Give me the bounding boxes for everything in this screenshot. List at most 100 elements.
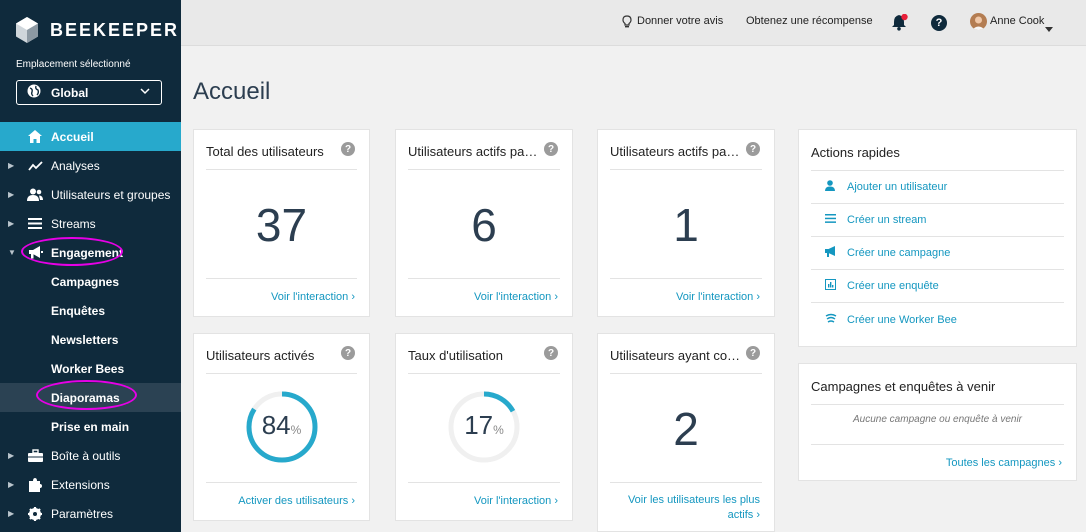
empty-state-text: Aucune campagne ou enquête à venir xyxy=(852,414,1022,425)
sidebar-nav: Accueil ▶ Analyses ▶ Utilisateurs et gro… xyxy=(0,122,181,528)
card-title: Utilisateurs ayant co… xyxy=(610,348,741,363)
quick-action-create-worker-bee[interactable]: Créer une Worker Bee xyxy=(811,303,1064,336)
survey-icon xyxy=(811,279,841,293)
sidebar-item-label: Streams xyxy=(51,216,96,231)
user-icon xyxy=(811,180,841,194)
gauge-value: 17% xyxy=(464,410,504,440)
reward-link[interactable]: Obtenez une récompense xyxy=(746,15,873,27)
metric-value: 1 xyxy=(673,199,699,251)
caret-right-icon: ▶ xyxy=(8,190,15,199)
all-campaigns-link[interactable]: Toutes les campagnes › xyxy=(946,456,1062,471)
top-active-users-link[interactable]: Voir les utilisateurs les plus actifs › xyxy=(628,493,760,523)
help-icon[interactable]: ? xyxy=(341,142,355,156)
page-title: Accueil xyxy=(193,78,271,105)
divider xyxy=(610,373,762,374)
card-activated-users: Utilisateurs activés ? 84% Activer des u… xyxy=(193,333,370,521)
view-interaction-link[interactable]: Voir l'interaction › xyxy=(474,290,558,305)
divider xyxy=(408,373,560,374)
view-interaction-link[interactable]: Voir l'interaction › xyxy=(676,290,760,305)
metric-value: 6 xyxy=(471,199,497,251)
sidebar-item-engagement[interactable]: ▼ Engagement xyxy=(0,238,181,267)
megaphone-icon xyxy=(27,245,43,261)
activate-users-link[interactable]: Activer des utilisateurs › xyxy=(238,494,355,509)
card-usage-rate: Taux d'utilisation ? 17% Voir l'interact… xyxy=(395,333,573,521)
divider xyxy=(206,482,357,483)
sidebar-item-label: Analyses xyxy=(51,158,100,173)
sidebar-item-label: Engagement xyxy=(51,245,124,260)
location-label: Emplacement sélectionné xyxy=(16,59,131,70)
divider xyxy=(811,444,1064,445)
metric-value: 37 xyxy=(255,199,308,251)
quick-action-create-campaign[interactable]: Créer une campagne xyxy=(811,237,1064,270)
view-interaction-link[interactable]: Voir l'interaction › xyxy=(271,290,355,305)
caret-right-icon: ▶ xyxy=(8,451,15,460)
help-icon[interactable]: ? xyxy=(341,346,355,360)
help-icon[interactable]: ? xyxy=(931,15,947,31)
sidebar-item-parametres[interactable]: ▶ Paramètres xyxy=(0,499,181,528)
location-select[interactable]: Global xyxy=(16,80,162,105)
divider xyxy=(206,373,357,374)
link-line: Voir les utilisateurs les plus xyxy=(627,494,760,506)
help-icon[interactable]: ? xyxy=(746,346,760,360)
sidebar-item-streams[interactable]: ▶ Streams xyxy=(0,209,181,238)
quick-action-label: Créer une Worker Bee xyxy=(847,313,957,326)
brand-logo[interactable]: BEEKEEPER xyxy=(16,16,179,44)
gauge-value: 84% xyxy=(261,410,302,440)
help-icon[interactable]: ? xyxy=(544,346,558,360)
topbar: Donner votre avis Obtenez une récompense… xyxy=(181,0,1086,46)
sidebar-item-label: Worker Bees xyxy=(51,361,125,376)
quick-action-add-user[interactable]: Ajouter un utilisateur xyxy=(811,171,1064,204)
card-active-users-2: Utilisateurs actifs pa… ? 1 Voir l'inter… xyxy=(597,129,775,317)
home-icon xyxy=(27,129,43,145)
divider xyxy=(206,278,357,279)
link-line: actifs › xyxy=(727,509,760,521)
sidebar-item-label: Paramètres xyxy=(51,506,114,521)
card-title: Utilisateurs actifs pa… xyxy=(610,144,740,159)
sidebar-item-extensions[interactable]: ▶ Extensions xyxy=(0,470,181,499)
quick-action-label: Créer un stream xyxy=(847,214,927,226)
sidebar-item-label: Enquêtes xyxy=(51,303,106,318)
chevron-down-icon xyxy=(139,85,151,100)
sidebar-subitem-worker-bees[interactable]: Worker Bees xyxy=(0,354,181,383)
panel-title: Campagnes et enquêtes à venir xyxy=(811,379,996,394)
metric-value: 2 xyxy=(673,403,699,455)
sidebar-item-label: Boîte à outils xyxy=(51,448,121,463)
sidebar-item-boite-a-outils[interactable]: ▶ Boîte à outils xyxy=(0,441,181,470)
quick-action-create-survey[interactable]: Créer une enquête xyxy=(811,270,1064,303)
bell-icon[interactable] xyxy=(892,13,908,36)
panel-title: Actions rapides xyxy=(811,145,900,160)
sidebar-item-label: Accueil xyxy=(51,129,94,144)
view-interaction-link[interactable]: Voir l'interaction › xyxy=(474,494,558,509)
sidebar-item-analyses[interactable]: ▶ Analyses xyxy=(0,151,181,180)
card-title: Taux d'utilisation xyxy=(408,348,503,363)
card-active-users-1: Utilisateurs actifs pa… ? 6 Voir l'inter… xyxy=(395,129,573,317)
help-icon[interactable]: ? xyxy=(746,142,760,156)
divider xyxy=(206,169,357,170)
caret-down-icon[interactable] xyxy=(1045,19,1053,37)
location-value: Global xyxy=(51,85,89,100)
toolbox-icon xyxy=(27,448,43,464)
feedback-link[interactable]: Donner votre avis xyxy=(637,15,723,27)
help-icon[interactable]: ? xyxy=(544,142,558,156)
sidebar-subitem-prise-en-main[interactable]: Prise en main xyxy=(0,412,181,441)
sidebar-subitem-enquetes[interactable]: Enquêtes xyxy=(0,296,181,325)
sidebar-item-label: Utilisateurs et groupes xyxy=(51,187,171,202)
sidebar-item-label: Newsletters xyxy=(51,332,119,347)
puzzle-icon xyxy=(27,477,43,493)
quick-action-create-stream[interactable]: Créer un stream xyxy=(811,204,1064,237)
sidebar-item-utilisateurs[interactable]: ▶ Utilisateurs et groupes xyxy=(0,180,181,209)
sidebar-subitem-campagnes[interactable]: Campagnes xyxy=(0,267,181,296)
card-total-users: Total des utilisateurs ? 37 Voir l'inter… xyxy=(193,129,370,317)
globe-icon xyxy=(27,84,41,101)
divider xyxy=(408,278,560,279)
sidebar-subitem-newsletters[interactable]: Newsletters xyxy=(0,325,181,354)
gear-icon xyxy=(27,506,43,522)
card-title: Utilisateurs actifs pa… xyxy=(408,144,538,159)
user-name[interactable]: Anne Cook xyxy=(990,15,1044,27)
divider xyxy=(811,404,1064,405)
quick-action-label: Créer une enquête xyxy=(847,280,939,292)
sidebar-item-accueil[interactable]: Accueil xyxy=(0,122,181,151)
sidebar-subitem-diaporamas[interactable]: Diaporamas xyxy=(0,383,181,412)
avatar[interactable] xyxy=(970,13,987,30)
sidebar: BEEKEEPER Emplacement sélectionné Global… xyxy=(0,0,181,532)
